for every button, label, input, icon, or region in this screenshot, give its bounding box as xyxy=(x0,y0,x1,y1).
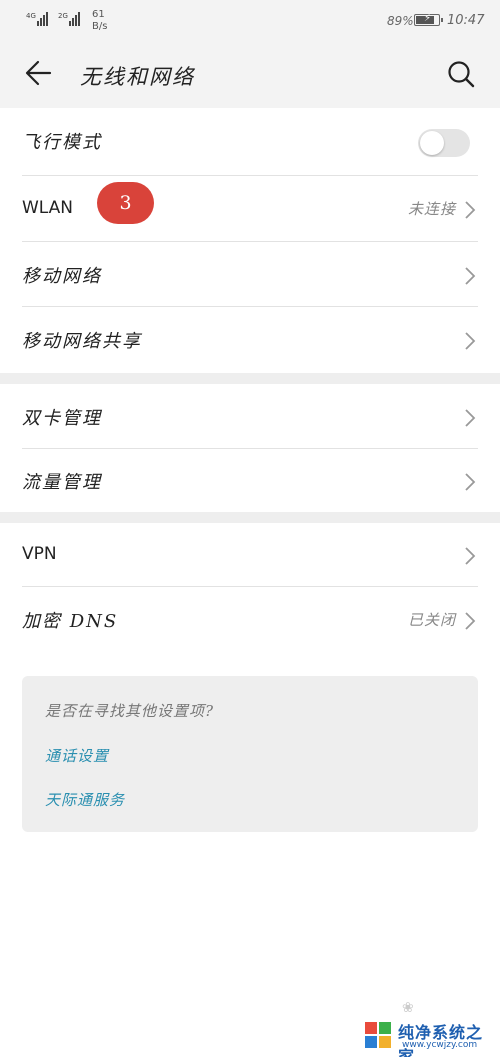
search-icon[interactable] xyxy=(444,57,478,91)
section-gap xyxy=(0,373,500,384)
tethering-label: 移动网络共享 xyxy=(22,331,142,352)
chevron-right-icon xyxy=(465,473,476,491)
private-dns-status: 已关闭 xyxy=(407,611,456,629)
watermark: 纯净系统之家 www.ycwjzy.com xyxy=(362,1019,496,1057)
mobile-network-label: 移动网络 xyxy=(22,266,102,287)
suggestions-question: 是否在寻找其他设置项? xyxy=(45,702,215,720)
private-dns-row[interactable]: 加密 DNS 已关闭 xyxy=(0,587,500,653)
arrow-left-icon[interactable] xyxy=(22,56,56,90)
page-title: 无线和网络 xyxy=(80,65,195,89)
sim1-network-type: 4G xyxy=(26,12,36,20)
data-usage-label: 流量管理 xyxy=(22,472,102,493)
signal-bars-icon xyxy=(68,12,81,26)
toggle-knob xyxy=(420,131,444,155)
vpn-label: VPN xyxy=(22,544,57,564)
status-bar: 4G 2G 61 B/s 89% ⚡ 10:47 xyxy=(0,0,500,40)
sim1-signal: 4G xyxy=(26,12,49,26)
chevron-right-icon xyxy=(465,201,476,219)
dual-sim-label: 双卡管理 xyxy=(22,408,102,429)
watermark-logo-icon xyxy=(365,1022,391,1048)
signal-bars-icon xyxy=(36,12,49,26)
tethering-row[interactable]: 移动网络共享 xyxy=(0,307,500,373)
clock: 10:47 xyxy=(447,13,485,28)
speed-unit: B/s xyxy=(92,21,108,32)
chevron-right-icon xyxy=(465,612,476,630)
chevron-right-icon xyxy=(465,332,476,350)
watermark-url: www.ycwjzy.com xyxy=(402,1040,478,1050)
wlan-status: 未连接 xyxy=(407,200,456,218)
wlan-row[interactable]: WLAN 3 未连接 xyxy=(0,176,500,242)
airplane-mode-label: 飞行模式 xyxy=(22,132,102,153)
vpn-row[interactable]: VPN xyxy=(0,522,500,588)
private-dns-label: 加密 DNS xyxy=(22,611,119,632)
step-badge: 3 xyxy=(97,182,154,224)
sim2-signal: 2G xyxy=(58,12,81,26)
call-settings-link[interactable]: 通话设置 xyxy=(45,745,109,766)
wlan-label: WLAN xyxy=(22,198,74,218)
airplane-mode-toggle[interactable] xyxy=(418,129,470,157)
battery-percent: 89% xyxy=(387,14,414,28)
dual-sim-row[interactable]: 双卡管理 xyxy=(0,384,500,450)
battery-icon: ⚡ xyxy=(414,13,443,26)
watermark-brand: 纯净系统之家 xyxy=(398,1023,484,1057)
skytone-service-link[interactable]: 天际通服务 xyxy=(45,789,125,810)
title-bar: 无线和网络 xyxy=(0,42,500,106)
speed-value: 61 xyxy=(92,9,105,20)
airplane-mode-row[interactable]: 飞行模式 xyxy=(0,108,500,174)
charging-icon: ⚡ xyxy=(424,13,432,24)
suggestions-card: 是否在寻找其他设置项? 通话设置 天际通服务 xyxy=(22,676,478,832)
sim2-network-type: 2G xyxy=(58,12,68,20)
mobile-network-row[interactable]: 移动网络 xyxy=(0,242,500,308)
network-speed: 61 B/s xyxy=(92,9,107,33)
paw-icon: ❀ xyxy=(402,1000,414,1016)
chevron-right-icon xyxy=(465,547,476,565)
data-usage-row[interactable]: 流量管理 xyxy=(0,448,500,514)
chevron-right-icon xyxy=(465,267,476,285)
chevron-right-icon xyxy=(465,409,476,427)
